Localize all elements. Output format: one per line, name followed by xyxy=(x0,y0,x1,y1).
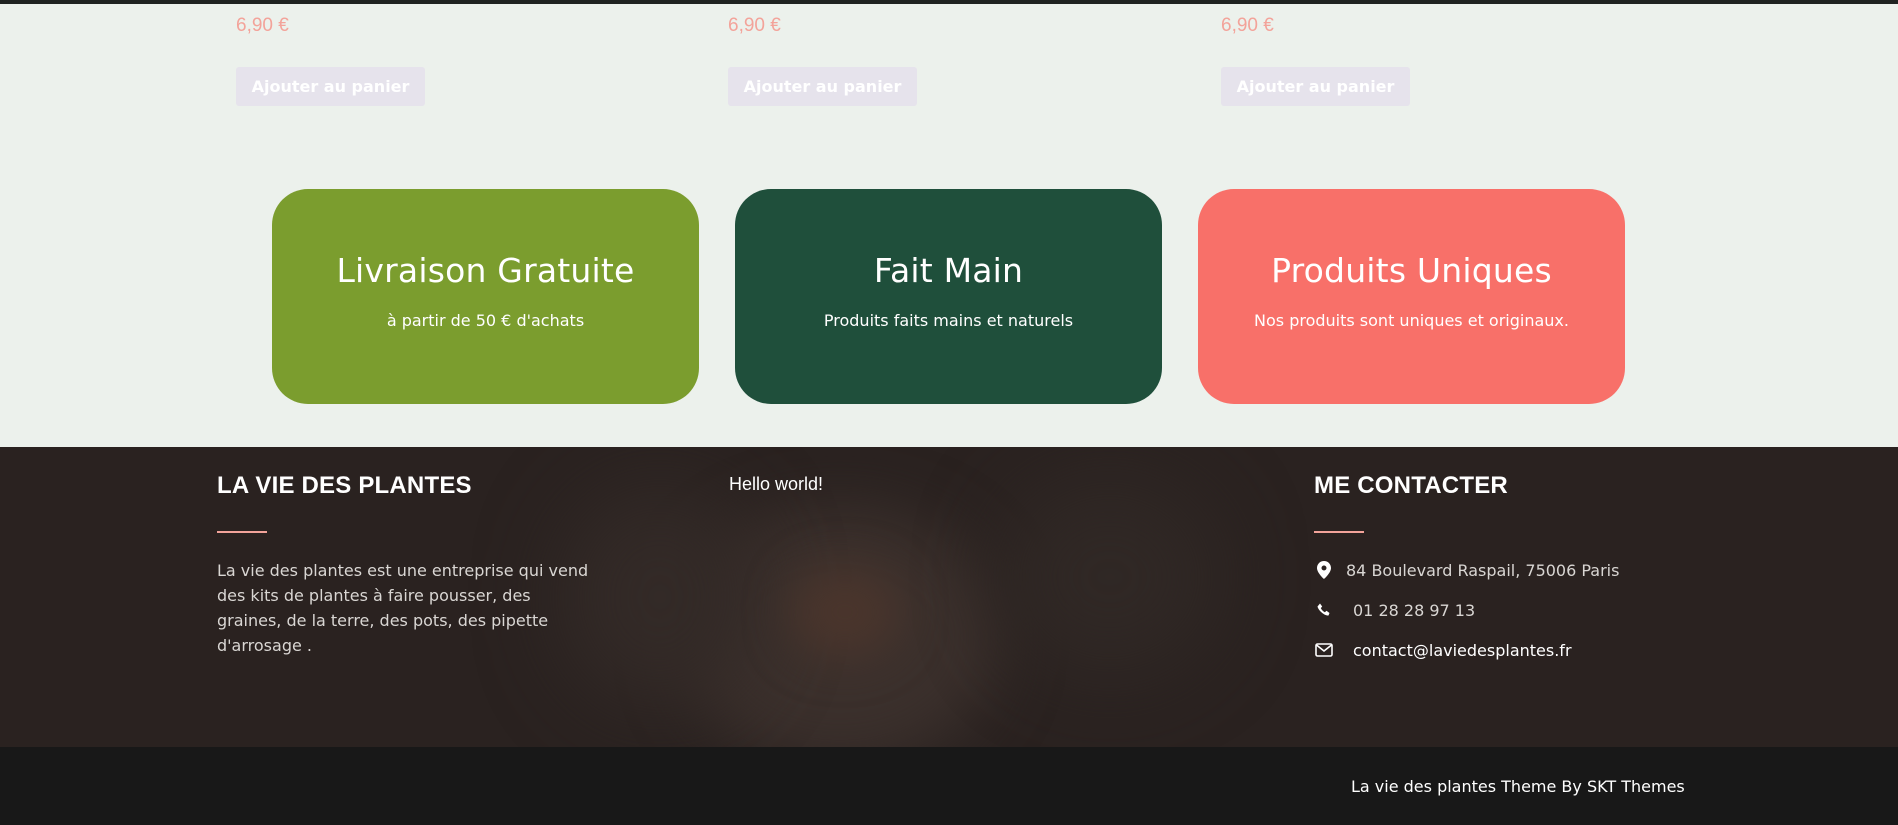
footer-contact-title: ME CONTACTER xyxy=(1314,472,1508,499)
footer-about-title: LA VIE DES PLANTES xyxy=(217,472,472,499)
feature-subtitle: Nos produits sont uniques et originaux. xyxy=(1254,311,1569,330)
theme-credit-link[interactable]: La vie des plantes Theme By SKT Themes xyxy=(1351,777,1685,796)
feature-title: Livraison Gratuite xyxy=(336,251,635,290)
feature-title: Fait Main xyxy=(873,251,1024,290)
title-underline xyxy=(1314,531,1364,533)
contact-email-link[interactable]: contact@laviedesplantes.fr xyxy=(1353,641,1572,660)
contact-email: contact@laviedesplantes.fr xyxy=(1314,640,1572,660)
feature-unique-products: Produits Uniques Nos produits sont uniqu… xyxy=(1198,189,1625,404)
footer-about-text: La vie des plantes est une entreprise qu… xyxy=(217,561,589,655)
envelope-icon xyxy=(1314,640,1334,660)
feature-title: Produits Uniques xyxy=(1271,251,1552,290)
add-to-cart-button[interactable]: Ajouter au panier xyxy=(236,67,425,106)
title-underline xyxy=(217,531,267,533)
map-marker-icon xyxy=(1314,560,1334,580)
feature-handmade: Fait Main Produits faits mains et nature… xyxy=(735,189,1162,404)
product-price: 6,90 € xyxy=(236,15,289,36)
add-to-cart-button[interactable]: Ajouter au panier xyxy=(1221,67,1410,106)
add-to-cart-button[interactable]: Ajouter au panier xyxy=(728,67,917,106)
background-flower-center xyxy=(790,567,900,657)
contact-address-text: 84 Boulevard Raspail, 75006 Paris xyxy=(1346,560,1620,580)
footer-hello-link[interactable]: Hello world! xyxy=(729,474,823,495)
feature-subtitle: Produits faits mains et naturels xyxy=(823,311,1074,330)
footer-bottom-bar: La vie des plantes Theme By SKT Themes xyxy=(0,747,1898,825)
feature-free-delivery: Livraison Gratuite à partir de 50 € d'ac… xyxy=(272,189,699,404)
phone-icon xyxy=(1314,600,1334,620)
contact-phone-text[interactable]: 01 28 28 97 13 xyxy=(1353,601,1475,620)
contact-address: 84 Boulevard Raspail, 75006 Paris xyxy=(1314,560,1619,580)
feature-subtitle: à partir de 50 € d'achats xyxy=(386,311,585,330)
site-footer: LA VIE DES PLANTES La vie des plantes es… xyxy=(0,447,1898,747)
top-border xyxy=(0,0,1898,4)
product-price: 6,90 € xyxy=(728,15,781,36)
footer-credit: La vie des plantes Theme By SKT Themes xyxy=(1351,777,1685,796)
background-leaf-image xyxy=(1000,477,1220,677)
contact-phone: 01 28 28 97 13 xyxy=(1314,600,1475,620)
product-price: 6,90 € xyxy=(1221,15,1274,36)
